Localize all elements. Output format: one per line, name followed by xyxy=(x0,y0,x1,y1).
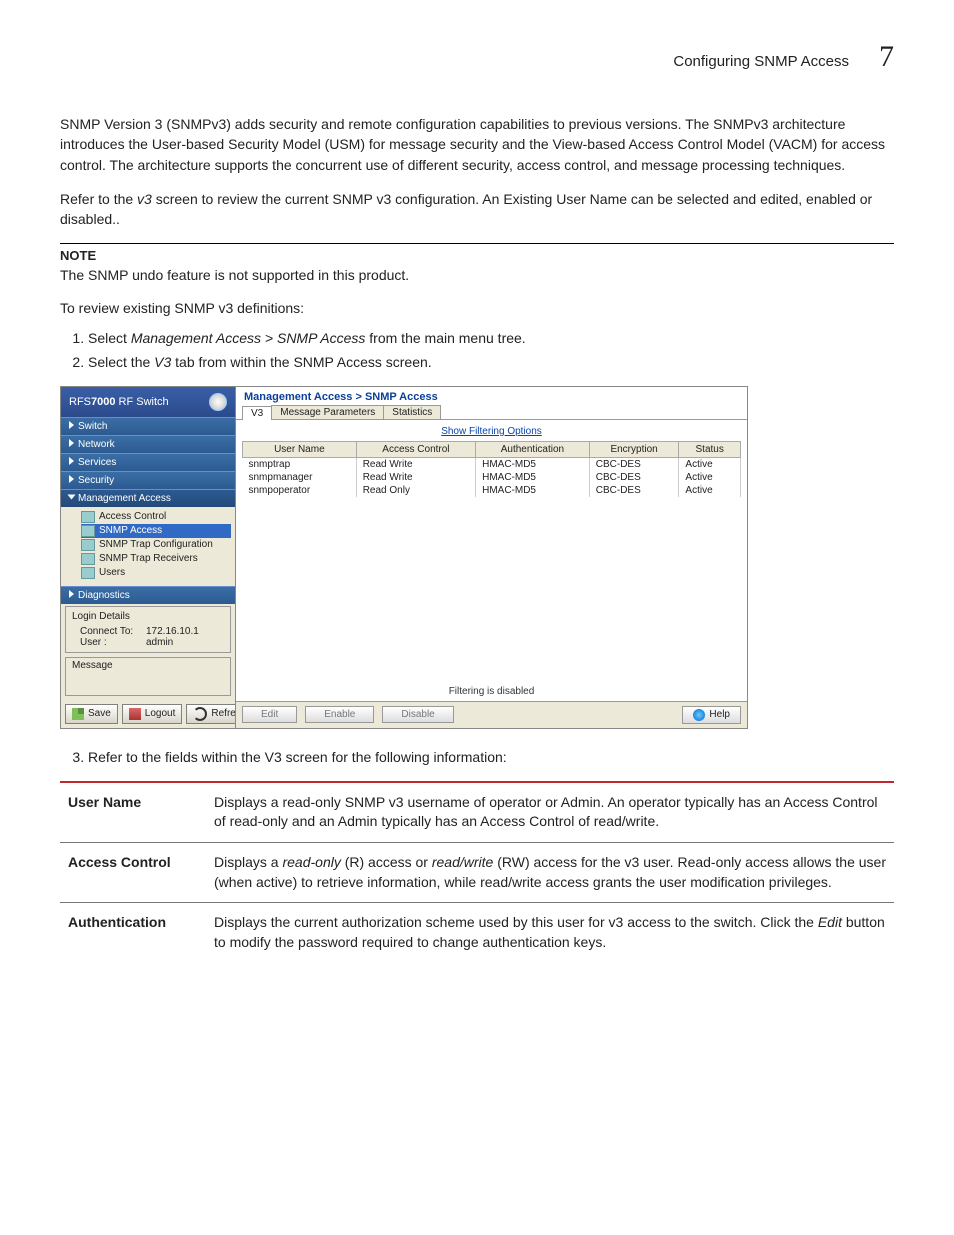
show-filtering-link[interactable]: Show Filtering Options xyxy=(236,420,747,441)
screenshot-snmp-access: RFS7000 RF Switch Switch Network Service… xyxy=(60,386,748,729)
def-key: User Name xyxy=(60,782,206,843)
save-button[interactable]: Save xyxy=(65,704,118,724)
login-details-box: Login Details Connect To:172.16.10.1 Use… xyxy=(65,606,231,653)
logout-button[interactable]: Logout xyxy=(122,704,183,724)
nav-network[interactable]: Network xyxy=(61,435,235,453)
folder-icon xyxy=(81,525,95,537)
help-button[interactable]: Help xyxy=(682,706,741,724)
disable-button[interactable]: Disable xyxy=(382,706,453,723)
nav-diagnostics[interactable]: Diagnostics xyxy=(61,586,235,604)
tab-message-parameters[interactable]: Message Parameters xyxy=(271,405,384,419)
tab-v3[interactable]: V3 xyxy=(242,406,272,420)
edit-button[interactable]: Edit xyxy=(242,706,297,723)
subnav-snmp-trap-config[interactable]: SNMP Trap Configuration xyxy=(81,538,231,552)
note-label: NOTE xyxy=(60,248,894,263)
logout-icon xyxy=(129,708,141,720)
col-status[interactable]: Status xyxy=(679,441,741,457)
page-chapter-number: 7 xyxy=(879,40,894,74)
page-header-title: Configuring SNMP Access xyxy=(673,53,849,70)
note-rule xyxy=(60,243,894,244)
intro-paragraph-2: Refer to the v3 screen to review the cur… xyxy=(60,189,894,230)
enable-button[interactable]: Enable xyxy=(305,706,374,723)
nav-services[interactable]: Services xyxy=(61,453,235,471)
def-value: Displays a read-only (R) access or read/… xyxy=(206,842,894,902)
step-3: Refer to the fields within the V3 screen… xyxy=(88,749,894,765)
nav-management-access[interactable]: Management Access xyxy=(61,489,235,507)
tab-statistics[interactable]: Statistics xyxy=(383,405,441,419)
col-encryption[interactable]: Encryption xyxy=(589,441,679,457)
filter-status-text: Filtering is disabled xyxy=(236,682,747,701)
folder-icon xyxy=(81,511,95,523)
note-text: The SNMP undo feature is not supported i… xyxy=(60,265,894,285)
def-key: Access Control xyxy=(60,842,206,902)
table-row[interactable]: snmptrapRead WriteHMAC-MD5CBC-DESActive xyxy=(243,457,741,471)
field-definition-table: User Name Displays a read-only SNMP v3 u… xyxy=(60,781,894,963)
procedure-lead: To review existing SNMP v3 definitions: xyxy=(60,300,894,316)
nav-security[interactable]: Security xyxy=(61,471,235,489)
breadcrumb: Management Access > SNMP Access xyxy=(236,387,747,405)
col-access-control[interactable]: Access Control xyxy=(356,441,475,457)
folder-icon xyxy=(81,553,95,565)
def-key: Authentication xyxy=(60,903,206,963)
step-2: Select the V3 tab from within the SNMP A… xyxy=(88,354,894,370)
subnav-access-control[interactable]: Access Control xyxy=(81,510,231,524)
table-row[interactable]: snmpmanagerRead WriteHMAC-MD5CBC-DESActi… xyxy=(243,471,741,484)
nav-switch[interactable]: Switch xyxy=(61,417,235,435)
table-row[interactable]: snmpoperatorRead OnlyHMAC-MD5CBC-DESActi… xyxy=(243,484,741,497)
folder-icon xyxy=(81,539,95,551)
help-icon xyxy=(693,709,705,721)
def-value: Displays a read-only SNMP v3 username of… xyxy=(206,782,894,843)
subnav-users[interactable]: Users xyxy=(81,566,231,580)
snmp-v3-table: User Name Access Control Authentication … xyxy=(242,441,741,497)
subnav-snmp-trap-receivers[interactable]: SNMP Trap Receivers xyxy=(81,552,231,566)
save-icon xyxy=(72,708,84,720)
message-box: Message xyxy=(65,657,231,696)
refresh-icon xyxy=(193,707,207,721)
col-authentication[interactable]: Authentication xyxy=(476,441,590,457)
step-1: Select Management Access > SNMP Access f… xyxy=(88,330,894,346)
intro-paragraph-1: SNMP Version 3 (SNMPv3) adds security an… xyxy=(60,114,894,175)
motorola-logo-icon xyxy=(209,393,227,411)
subnav-snmp-access[interactable]: SNMP Access xyxy=(81,524,231,538)
brand-bar: RFS7000 RF Switch xyxy=(61,387,235,417)
col-user-name[interactable]: User Name xyxy=(243,441,357,457)
folder-icon xyxy=(81,567,95,579)
def-value: Displays the current authorization schem… xyxy=(206,903,894,963)
